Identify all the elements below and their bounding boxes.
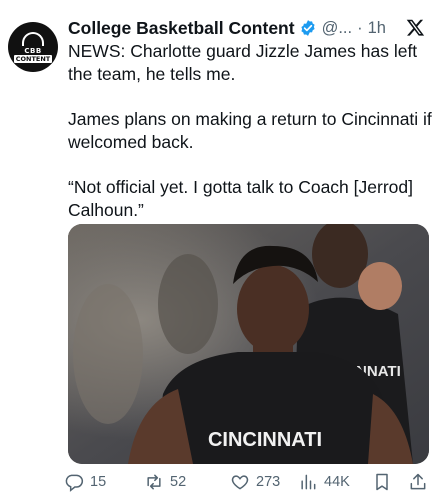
basketball-icon (22, 31, 44, 46)
reply-icon (65, 474, 84, 492)
verified-badge-icon (300, 20, 315, 36)
like-icon (231, 475, 249, 490)
repost-icon (147, 474, 161, 490)
share-icon (410, 473, 426, 490)
post-header: College Basketball Content @... · 1h (68, 16, 429, 40)
like-count: 273 (256, 474, 281, 490)
bookmark-button[interactable] (372, 472, 398, 492)
author-name[interactable]: College Basketball Content (68, 18, 295, 39)
repost-count: 52 (170, 474, 187, 490)
avatar-text-line2: CONTENT (13, 54, 53, 63)
post-text: NEWS: Charlotte guard Jizzle James has l… (68, 40, 432, 244)
action-bar: 15 52 273 44K (64, 468, 434, 496)
post-image[interactable]: CINCINNATI 4 CINCINNATI (68, 224, 429, 464)
views-button[interactable]: 44K (298, 472, 350, 492)
post-paragraph: “Not official yet. I gotta talk to Coach… (68, 177, 413, 220)
separator-dot: · (357, 18, 363, 37)
repost-button[interactable]: 52 (144, 472, 186, 492)
reply-count: 15 (90, 474, 107, 490)
post-paragraph: James plans on making a return to Cincin… (68, 109, 432, 152)
avatar[interactable]: CBB CONTENT (8, 22, 58, 72)
player-photo: CINCINNATI 4 CINCINNATI (68, 224, 429, 464)
post-paragraph: NEWS: Charlotte guard Jizzle James has l… (68, 41, 418, 84)
share-button[interactable] (408, 472, 434, 492)
post-time[interactable]: 1h (368, 19, 386, 38)
views-icon (301, 474, 316, 490)
author-handle[interactable]: @... (322, 19, 353, 38)
views-count: 44K (324, 474, 350, 490)
x-logo-icon (406, 19, 425, 36)
bookmark-icon (376, 473, 388, 491)
jersey-text: CINCINNATI (208, 429, 322, 451)
avatar-text-line1: CBB (24, 46, 42, 55)
reply-button[interactable]: 15 (64, 472, 106, 492)
like-button[interactable]: 273 (230, 472, 280, 492)
